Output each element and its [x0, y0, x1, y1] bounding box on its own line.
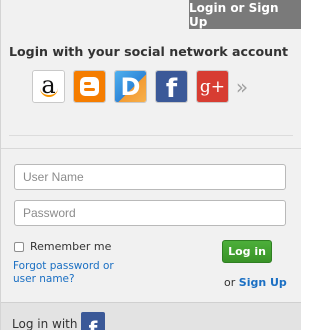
divider — [1, 148, 301, 149]
facebook-login-button[interactable]: f — [155, 70, 188, 103]
login-button[interactable]: Log in — [222, 240, 272, 263]
amazon-login-button[interactable]: a — [32, 70, 65, 103]
password-input[interactable] — [14, 200, 286, 226]
facebook-icon: f — [156, 71, 187, 102]
remember-me: Remember me — [14, 240, 111, 253]
blogger-icon — [74, 71, 105, 102]
remember-me-checkbox[interactable] — [14, 241, 24, 252]
blogger-login-button[interactable] — [73, 70, 106, 103]
footer-bar: Log in with f — [1, 302, 301, 330]
login-signup-tab[interactable]: Login or Sign Up — [189, 0, 301, 29]
signup-link[interactable]: Sign Up — [239, 276, 287, 289]
forgot-password-link[interactable]: Forgot password or user name? — [13, 260, 123, 286]
disqus-icon: D — [115, 71, 146, 102]
facebook-footer-button[interactable]: f — [81, 312, 105, 330]
footer-label: Log in with — [12, 317, 78, 330]
amazon-icon: a — [33, 71, 64, 102]
username-input[interactable] — [14, 164, 286, 190]
facebook-icon: f — [88, 317, 98, 330]
login-panel: Login or Sign Up Login with your social … — [0, 0, 301, 330]
google-plus-icon: g+ — [197, 71, 228, 102]
disqus-login-button[interactable]: D — [114, 70, 147, 103]
remember-me-label: Remember me — [30, 240, 112, 253]
social-provider-row: a D f g+ » — [32, 70, 249, 103]
more-providers-icon[interactable]: » — [235, 70, 249, 103]
google-plus-login-button[interactable]: g+ — [196, 70, 229, 103]
signup-line: or Sign Up — [224, 276, 287, 289]
social-login-title: Login with your social network account — [9, 44, 289, 59]
divider — [9, 135, 293, 136]
signup-prefix: or — [224, 276, 236, 289]
